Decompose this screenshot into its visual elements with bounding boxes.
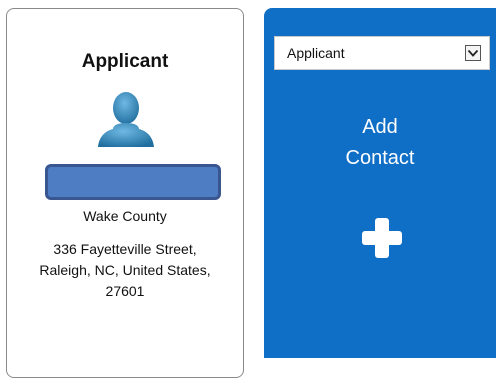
redacted-name-bar	[45, 164, 221, 200]
add-contact-label-line-2: Contact	[345, 147, 415, 169]
add-contact-label[interactable]: Add Contact	[264, 112, 496, 174]
add-contact-label-line-1: Add	[362, 116, 398, 138]
address: 336 Fayetteville Street, Raleigh, NC, Un…	[27, 239, 223, 302]
contact-role-select-value: Applicant	[287, 45, 345, 61]
chevron-down-icon[interactable]	[465, 45, 481, 61]
person-avatar-icon	[95, 89, 157, 151]
plus-icon[interactable]	[360, 216, 404, 260]
address-line-1: 336 Fayetteville Street,	[53, 241, 197, 257]
contact-role-select[interactable]: Applicant	[274, 36, 490, 70]
county-label: Wake County	[83, 208, 167, 224]
address-line-3: 27601	[105, 283, 145, 299]
applicant-card[interactable]: Applicant Wake County 336 Fayetteville S…	[6, 8, 244, 378]
add-contact-panel[interactable]: Applicant Add Contact	[264, 8, 496, 358]
address-line-2: Raleigh, NC, United States,	[39, 262, 211, 278]
card-title: Applicant	[81, 51, 169, 72]
